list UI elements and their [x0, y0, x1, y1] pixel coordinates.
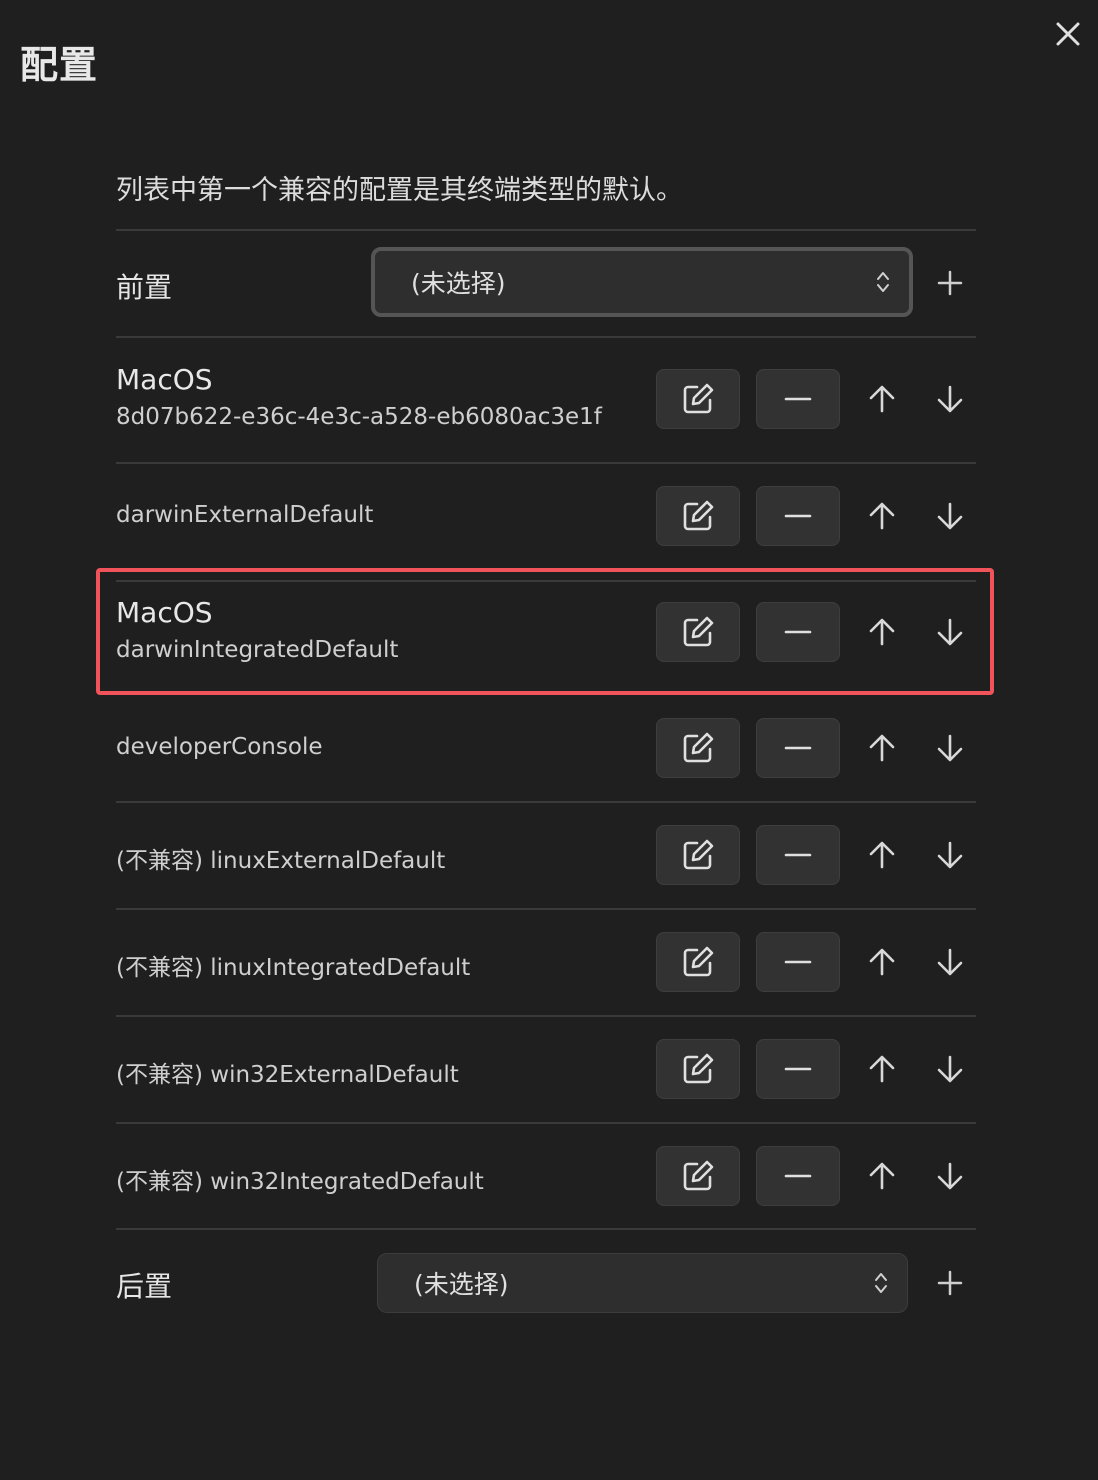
arrow-down-icon [937, 1055, 963, 1083]
dialog-title: 配置 [20, 43, 99, 87]
suffix-label: 后置 [116, 1270, 173, 1303]
profile-name: MacOS [116, 363, 213, 396]
move-up-button[interactable] [862, 728, 902, 768]
minus-icon [784, 1067, 812, 1071]
divider [116, 1122, 976, 1124]
edit-icon [683, 946, 714, 977]
edit-icon [683, 732, 714, 763]
remove-profile-button[interactable] [756, 1039, 840, 1099]
profile-row: developerConsole [116, 734, 976, 760]
arrow-down-icon [937, 948, 963, 976]
edit-profile-button[interactable] [656, 718, 740, 778]
edit-profile-button[interactable] [656, 1146, 740, 1206]
close-icon [1056, 22, 1080, 46]
arrow-down-icon [937, 1162, 963, 1190]
divider [116, 462, 976, 464]
minus-icon [784, 397, 812, 401]
arrow-down-icon [937, 385, 963, 413]
profile-row: (不兼容) linuxExternalDefault [116, 841, 976, 875]
minus-icon [784, 746, 812, 750]
remove-profile-button[interactable] [756, 718, 840, 778]
profile-row: (不兼容) win32IntegratedDefault [116, 1162, 976, 1196]
divider [116, 1015, 976, 1017]
move-up-button[interactable] [862, 942, 902, 982]
add-suffix-button[interactable] [932, 1265, 968, 1301]
move-down-button[interactable] [930, 728, 970, 768]
move-up-button[interactable] [862, 1049, 902, 1089]
arrow-down-icon [937, 841, 963, 869]
plus-icon [937, 1270, 963, 1296]
arrow-down-icon [937, 502, 963, 530]
arrow-up-icon [869, 1055, 895, 1083]
edit-icon [683, 839, 714, 870]
edit-icon [683, 383, 714, 414]
remove-profile-button[interactable] [756, 486, 840, 546]
profile-row: darwinExternalDefault [116, 502, 976, 528]
plus-icon [937, 270, 963, 296]
divider [116, 229, 976, 231]
remove-profile-button[interactable] [756, 369, 840, 429]
profile-id: (不兼容) linuxExternalDefault [116, 848, 446, 874]
selection-highlight [96, 568, 994, 695]
arrow-up-icon [869, 1162, 895, 1190]
edit-profile-button[interactable] [656, 1039, 740, 1099]
edit-profile-button[interactable] [656, 486, 740, 546]
arrow-up-icon [869, 734, 895, 762]
edit-profile-button[interactable] [656, 932, 740, 992]
select-chevrons-icon [877, 272, 889, 292]
move-down-button[interactable] [930, 835, 970, 875]
arrow-down-icon [937, 734, 963, 762]
edit-profile-button[interactable] [656, 369, 740, 429]
profile-id: (不兼容) win32IntegratedDefault [116, 1169, 484, 1195]
move-down-button[interactable] [930, 942, 970, 982]
move-down-button[interactable] [930, 1156, 970, 1196]
prefix-label: 前置 [116, 271, 173, 304]
minus-icon [784, 853, 812, 857]
edit-icon [683, 1053, 714, 1084]
edit-icon [683, 500, 714, 531]
move-up-button[interactable] [862, 1156, 902, 1196]
suffix-select[interactable]: (未选择) [377, 1253, 908, 1313]
profile-id: (不兼容) linuxIntegratedDefault [116, 955, 471, 981]
move-up-button[interactable] [862, 835, 902, 875]
profile-id: darwinExternalDefault [116, 502, 374, 528]
suffix-select-value: (未选择) [414, 1270, 509, 1299]
move-down-button[interactable] [930, 1049, 970, 1089]
arrow-up-icon [869, 502, 895, 530]
remove-profile-button[interactable] [756, 932, 840, 992]
arrow-up-icon [869, 948, 895, 976]
dialog-description: 列表中第一个兼容的配置是其终端类型的默认。 [116, 175, 683, 206]
profiles-dialog: 配置 列表中第一个兼容的配置是其终端类型的默认。 前置 (未选择) MacOS 8… [0, 0, 1098, 1480]
divider [116, 908, 976, 910]
remove-profile-button[interactable] [756, 825, 840, 885]
arrow-up-icon [869, 841, 895, 869]
edit-icon [683, 1160, 714, 1191]
select-chevrons-icon [875, 1273, 887, 1293]
minus-icon [784, 960, 812, 964]
move-up-button[interactable] [862, 379, 902, 419]
profile-id: 8d07b622-e36c-4e3c-a528-eb6080ac3e1f [116, 404, 602, 430]
edit-profile-button[interactable] [656, 825, 740, 885]
prefix-select-value: (未选择) [411, 269, 506, 298]
divider [116, 801, 976, 803]
prefix-select[interactable]: (未选择) [371, 247, 913, 317]
minus-icon [784, 514, 812, 518]
close-button[interactable] [1050, 16, 1086, 52]
move-down-button[interactable] [930, 496, 970, 536]
divider [116, 1228, 976, 1230]
profile-row: MacOS 8d07b622-e36c-4e3c-a528-eb6080ac3e1… [116, 363, 976, 430]
profile-id: developerConsole [116, 734, 323, 760]
add-prefix-button[interactable] [932, 265, 968, 301]
divider [116, 336, 976, 338]
minus-icon [784, 1174, 812, 1178]
profile-id: (不兼容) win32ExternalDefault [116, 1062, 459, 1088]
move-down-button[interactable] [930, 379, 970, 419]
move-up-button[interactable] [862, 496, 902, 536]
profile-row: (不兼容) win32ExternalDefault [116, 1055, 976, 1089]
profile-row: (不兼容) linuxIntegratedDefault [116, 948, 976, 982]
remove-profile-button[interactable] [756, 1146, 840, 1206]
arrow-up-icon [869, 385, 895, 413]
